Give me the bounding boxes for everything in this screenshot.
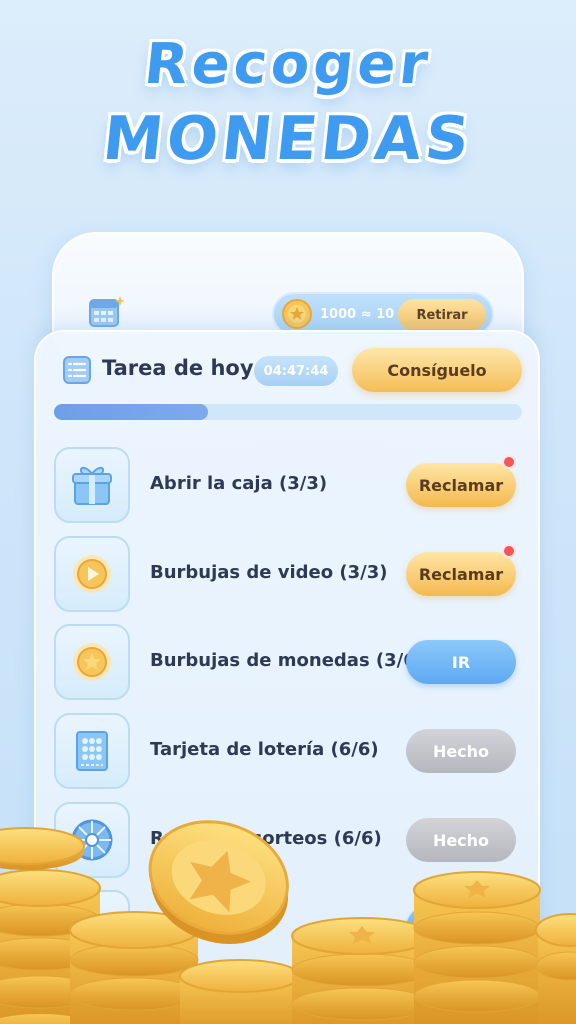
get-it-button[interactable]: Consíguelo xyxy=(352,348,522,392)
countdown-timer: 04:47:44 xyxy=(254,356,338,386)
withdraw-button[interactable]: Retirar xyxy=(398,299,486,331)
done-button[interactable]: Hecho xyxy=(406,729,516,773)
task-row: 0/6) xyxy=(54,890,524,966)
task-row: Rueda de sorteos (6/6) Hecho xyxy=(54,802,524,878)
lottery-card-icon xyxy=(54,713,130,789)
task-label: Abrir la caja (3/3) xyxy=(150,473,328,494)
progress-fill xyxy=(54,404,209,420)
done-button[interactable]: Hecho xyxy=(406,818,516,862)
task-label: Burbujas de video (3/3) xyxy=(150,562,388,583)
video-coin-icon xyxy=(54,536,130,612)
page-title: Recoger MONEDAS xyxy=(0,30,576,174)
task-icon xyxy=(54,890,130,966)
notification-dot xyxy=(502,455,516,469)
prize-wheel-icon xyxy=(54,802,130,878)
tasks-title: Tarea de hoy xyxy=(102,356,254,380)
gift-box-icon xyxy=(54,447,130,523)
task-row: Tarjeta de lotería (6/6) Hecho xyxy=(54,713,524,789)
star-coin-icon xyxy=(54,624,130,700)
claim-button[interactable]: Reclamar xyxy=(406,552,516,596)
exchange-rate-text: 1000 ≈ 10 $ xyxy=(320,306,408,322)
task-row: Burbujas de video (3/3) Reclamar xyxy=(54,536,524,612)
task-label: Rueda de sorteos (6/6) xyxy=(150,828,382,849)
tasks-progress-bar xyxy=(54,404,522,420)
claim-button[interactable]: Reclamar xyxy=(406,463,516,507)
task-list-icon xyxy=(63,356,91,384)
notification-dot xyxy=(502,544,516,558)
task-row: Abrir la caja (3/3) Reclamar xyxy=(54,447,524,523)
coin-icon xyxy=(282,299,312,329)
task-label: Burbujas de monedas (3/6) xyxy=(150,650,424,671)
task-row: Burbujas de monedas (3/6) IR xyxy=(54,624,524,700)
go-button[interactable] xyxy=(406,906,516,950)
task-label: Tarjeta de lotería (6/6) xyxy=(150,739,379,760)
title-line-2: MONEDAS xyxy=(99,104,477,174)
title-line-1: Recoger xyxy=(141,32,435,97)
go-button[interactable]: IR xyxy=(406,640,516,684)
calendar-icon xyxy=(89,296,125,327)
task-label: 0/6) xyxy=(150,916,190,937)
